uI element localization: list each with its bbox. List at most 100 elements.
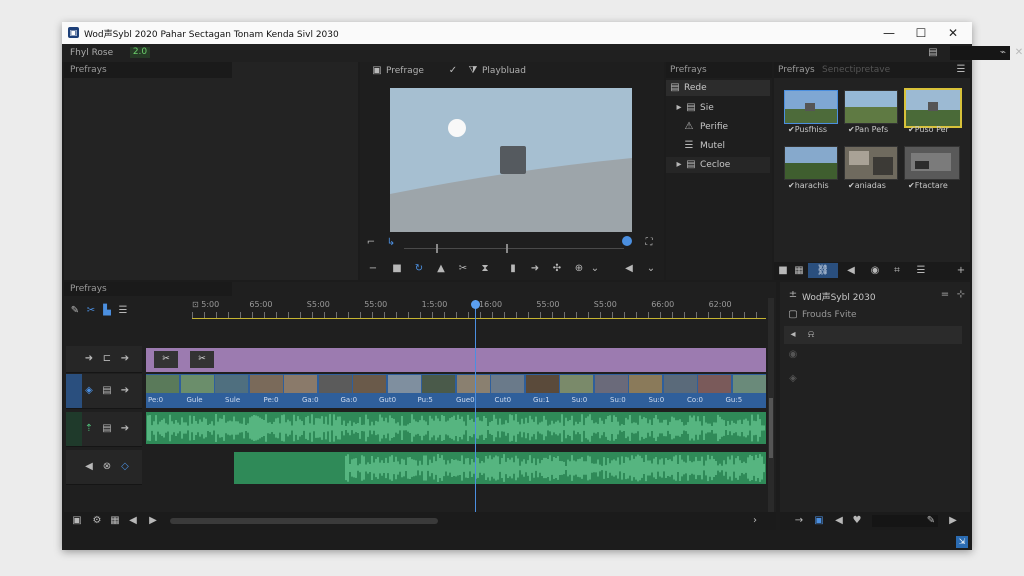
close-panel-icon[interactable]: ✕ — [1012, 46, 1024, 60]
equals-icon[interactable]: = — [938, 288, 952, 302]
maximize-button[interactable]: ☐ — [906, 24, 936, 42]
rewind-icon[interactable]: ◀ — [126, 514, 140, 528]
media-thumb[interactable] — [784, 146, 838, 180]
title-clip[interactable]: ✂ ✂ — [146, 348, 766, 372]
audio-icon[interactable]: ⇡ — [82, 422, 96, 436]
playhead-handle[interactable] — [470, 300, 480, 309]
pin-icon[interactable]: ⌁ — [996, 46, 1010, 60]
track-header-audio-1[interactable]: ⇡ ▤ ➔ — [66, 412, 142, 447]
arrow-right-icon[interactable]: → — [792, 514, 806, 528]
snap-icon[interactable]: ▙ — [100, 304, 114, 318]
eye-icon[interactable]: ▤ — [100, 384, 114, 398]
collapse-icon[interactable]: ⊹ — [954, 288, 968, 302]
tree-item-sie[interactable]: ▸ ▤ Sie — [666, 100, 770, 116]
menu-icon[interactable]: ☰ — [116, 304, 130, 318]
tree-item-rede[interactable]: ▤ Rede — [666, 80, 770, 96]
menu-icon[interactable]: ☰ — [954, 63, 968, 77]
timeline-vscroll-thumb[interactable] — [769, 398, 773, 458]
clip-icon[interactable]: ▮ — [506, 262, 520, 276]
pen-icon[interactable]: ✎ — [68, 304, 82, 318]
speaker-icon[interactable]: ◀ — [832, 514, 846, 528]
close-button[interactable]: ✕ — [938, 24, 968, 42]
tree-item-mutel[interactable]: ☰ Mutel — [666, 138, 770, 154]
minimize-button[interactable]: — — [874, 24, 904, 42]
minus-icon[interactable]: − — [366, 262, 380, 276]
heart-icon[interactable]: ♥ — [850, 514, 864, 528]
chevron-down-icon[interactable]: ⌄ — [588, 262, 602, 276]
camera-icon[interactable]: ◉ — [868, 264, 882, 278]
audio-clip-2[interactable] — [234, 452, 766, 484]
edit-icon[interactable]: ✎ — [924, 514, 938, 528]
link-icon[interactable]: ▣ — [812, 514, 826, 528]
razor-icon[interactable]: ✂ — [84, 304, 98, 318]
keyframe-icon[interactable]: ◈ — [786, 372, 800, 386]
crop-icon[interactable]: ⌗ — [890, 264, 904, 278]
chevron-right-icon[interactable]: ➔ — [118, 352, 132, 366]
keyframe-icon[interactable]: ◉ — [786, 348, 800, 362]
settings-icon[interactable]: ⚙ — [90, 514, 104, 528]
track-header-audio-2[interactable]: ◀ ⊗ ◇ — [66, 450, 142, 485]
loop-icon[interactable]: ↻ — [412, 262, 426, 276]
stop-icon[interactable]: ■ — [390, 262, 404, 276]
track-header-video[interactable]: ◈ ▤ ➔ — [66, 374, 142, 409]
video-clip[interactable]: Pe:0 Gule Sule Pe:0 Ga:0 Ga:0 Gut0 Pu:5 Gue0 Cut0… — [146, 374, 766, 408]
playhead[interactable] — [470, 300, 480, 518]
chevron-right-icon[interactable]: › — [748, 514, 762, 528]
nudge-icon[interactable]: ⊕ — [572, 262, 586, 276]
preview-viewer[interactable] — [390, 88, 632, 232]
play-icon[interactable]: ▶ — [946, 514, 960, 528]
add-icon[interactable]: + — [954, 264, 968, 278]
play-icon[interactable]: ▶ — [146, 514, 160, 528]
mark-icon[interactable]: ⧗ — [478, 262, 492, 276]
list-icon[interactable]: ▤ — [100, 422, 114, 436]
media-thumb[interactable] — [904, 146, 960, 180]
project-label[interactable]: Fhyl Rose — [70, 48, 113, 58]
mute-icon[interactable]: ⊗ — [100, 460, 114, 474]
chevron-right-icon[interactable]: ➔ — [118, 422, 132, 436]
preview-tab-2[interactable]: Playbluad — [482, 66, 526, 76]
inspector-row[interactable]: ◂ ⍾ — [784, 326, 962, 344]
clip-marker[interactable]: ✂ — [154, 351, 178, 368]
scrubber-marker[interactable] — [506, 244, 508, 253]
scrubber-handle[interactable] — [622, 236, 632, 246]
corner-badge-icon[interactable]: ⇲ — [956, 536, 968, 548]
tree-item-cecloe[interactable]: ▸ ▤ Cecloe — [666, 157, 770, 173]
mark-in-icon[interactable]: ⌐ — [364, 236, 378, 250]
ruler-tick — [612, 312, 613, 318]
media-thumb[interactable] — [844, 90, 898, 124]
loop-icon[interactable]: ⊏ — [100, 352, 114, 366]
save-icon[interactable]: ▤ — [926, 46, 940, 60]
forward-icon[interactable]: ➜ — [528, 262, 542, 276]
audio-clip-1[interactable] — [146, 412, 766, 444]
grid-icon[interactable]: ▦ — [792, 264, 806, 278]
timeline-vscroll[interactable] — [768, 298, 774, 512]
media-thumb-selected[interactable] — [904, 88, 962, 128]
tree-item-perifie[interactable]: ⚠ Perifie — [666, 119, 770, 135]
preview-tab-1[interactable]: Prefrage — [386, 66, 424, 76]
playhead-start-icon[interactable]: ↳ — [384, 236, 398, 250]
scrubber-marker[interactable] — [436, 244, 438, 253]
clip-marker[interactable]: ✂ — [190, 351, 214, 368]
track-header-title[interactable]: ➜ ⊏ ➔ — [66, 346, 142, 373]
up-icon[interactable]: ▲ — [434, 262, 448, 276]
speaker-icon[interactable]: ◀ — [844, 264, 858, 278]
diamond-icon[interactable]: ◇ — [118, 460, 132, 474]
cut-icon[interactable]: ✂ — [456, 262, 470, 276]
chevron-right-icon[interactable]: ➔ — [118, 384, 132, 398]
stop-icon[interactable]: ■ — [776, 264, 790, 278]
save-icon[interactable]: ▣ — [70, 514, 84, 528]
chevron-down-icon[interactable]: ⌄ — [644, 262, 658, 276]
layers-icon[interactable]: ☰ — [914, 264, 928, 278]
plus-icon[interactable]: ± — [786, 288, 800, 302]
media-thumb[interactable] — [844, 146, 898, 180]
grid-icon[interactable]: ▦ — [108, 514, 122, 528]
fullscreen-icon[interactable]: ⛶ — [642, 236, 656, 250]
tools-icon[interactable]: ✣ — [550, 262, 564, 276]
speaker-icon[interactable]: ◀ — [82, 460, 96, 474]
volume-icon[interactable]: ◀ — [622, 262, 636, 276]
timeline-hscroll-thumb[interactable] — [170, 518, 438, 524]
arrow-right-icon[interactable]: ➜ — [82, 352, 96, 366]
square-icon[interactable]: ▢ — [786, 308, 800, 322]
video-icon[interactable]: ◈ — [82, 384, 96, 398]
media-thumb[interactable] — [784, 90, 838, 124]
